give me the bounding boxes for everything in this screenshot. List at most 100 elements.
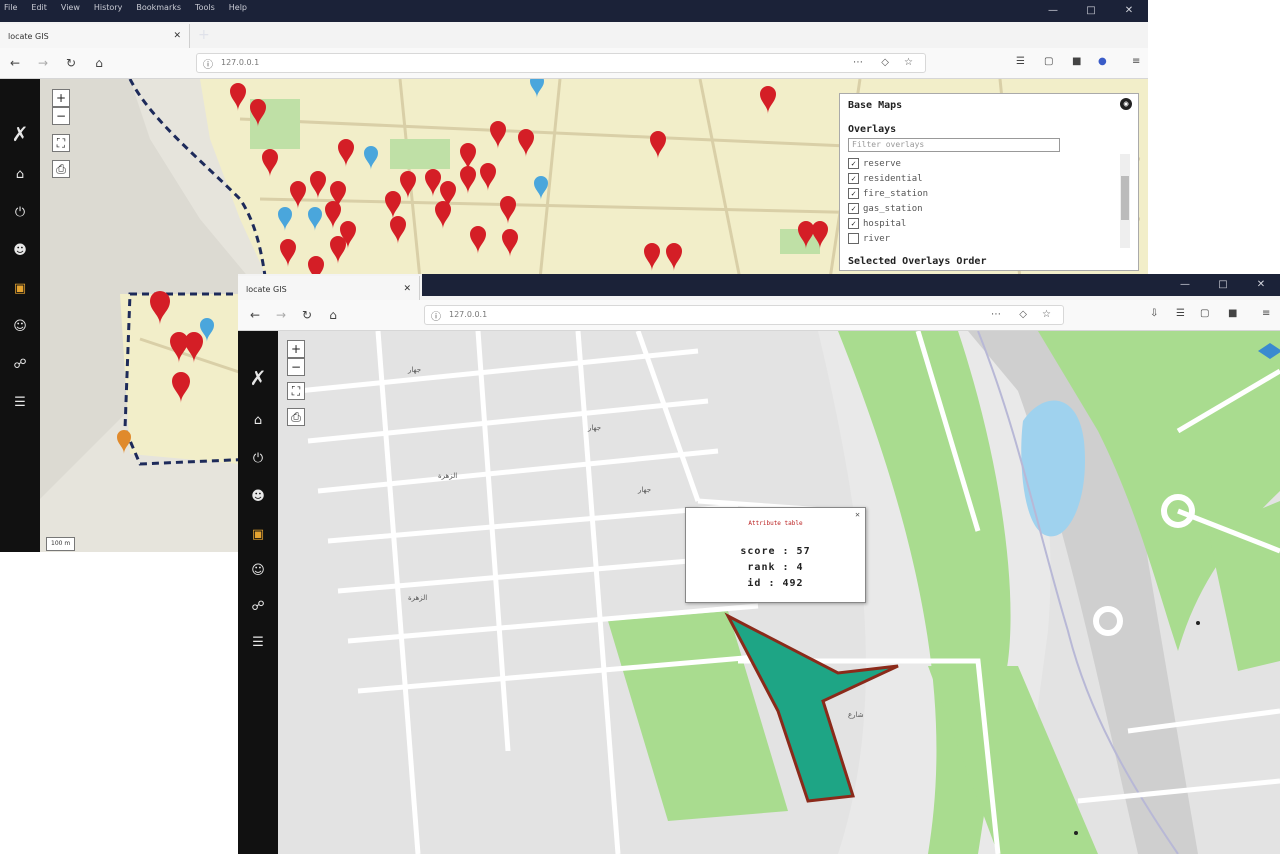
close-icon[interactable]: ✕ xyxy=(1110,0,1148,22)
library-icon[interactable]: ☰ xyxy=(1016,56,1025,67)
checkbox-checked-icon[interactable]: ✓ xyxy=(848,203,859,214)
popup-id: id : 492 xyxy=(747,578,804,589)
popup-close-icon[interactable]: ✕ xyxy=(855,510,860,519)
menu-bar: File Edit View History Bookmarks Tools H… xyxy=(0,0,247,16)
scrollbar-thumb[interactable] xyxy=(1121,176,1129,220)
minimize-icon[interactable]: — xyxy=(1034,0,1072,22)
forward-icon[interactable]: → xyxy=(272,306,290,324)
network-icon[interactable]: ☍ xyxy=(248,597,268,617)
url-bar[interactable]: ⓘ 127.0.0.1 ⋯ ◇ ☆ xyxy=(196,53,926,73)
bookmark-star-icon[interactable]: ☆ xyxy=(1042,309,1051,320)
overlay-scrollbar[interactable] xyxy=(1120,154,1130,248)
menu-history[interactable]: History xyxy=(94,0,122,16)
tab-active[interactable]: locate GIS ✕ xyxy=(0,24,190,48)
base-maps-heading[interactable]: Base Maps xyxy=(848,100,902,111)
page-info-icon: ⓘ xyxy=(203,60,213,71)
menu-tools[interactable]: Tools xyxy=(195,0,215,16)
zoom-out-button[interactable]: − xyxy=(52,107,70,125)
maximize-icon[interactable]: □ xyxy=(1204,274,1242,296)
download-icon[interactable]: ⇩ xyxy=(1150,308,1158,319)
reload-icon[interactable]: ↻ xyxy=(62,54,80,72)
tab-close-icon[interactable]: ✕ xyxy=(403,284,411,294)
layer-switcher-panel: Base Maps ◉ Overlays Filter overlays ✓ re… xyxy=(839,93,1139,271)
pocket-icon[interactable]: ◇ xyxy=(1019,309,1027,320)
user-icon[interactable]: ☻ xyxy=(248,487,268,507)
maximize-icon[interactable]: □ xyxy=(1072,0,1110,22)
menu-view[interactable]: View xyxy=(61,0,80,16)
new-tab-icon[interactable]: + xyxy=(198,24,210,46)
cars-icon[interactable]: ▣ xyxy=(248,525,268,545)
extension-icon[interactable]: ■ xyxy=(1228,308,1237,319)
checkbox-checked-icon[interactable]: ✓ xyxy=(848,173,859,184)
menu-help[interactable]: Help xyxy=(229,0,247,16)
overlay-label: residential xyxy=(863,173,923,184)
nav-bar: ← → ↻ ⌂ ⓘ 127.0.0.1 ⋯ ◇ ☆ ☰ ▢ ■ ● ≡ xyxy=(0,48,1148,79)
overlay-item[interactable]: river xyxy=(848,231,1120,246)
menu-edit[interactable]: Edit xyxy=(31,0,47,16)
minimize-icon[interactable]: — xyxy=(1166,274,1204,296)
home-icon[interactable]: ⌂ xyxy=(90,54,108,72)
back-icon[interactable]: ← xyxy=(6,54,24,72)
close-icon[interactable]: ✕ xyxy=(1242,274,1280,296)
extension-icon[interactable]: ■ xyxy=(1072,56,1081,67)
library-icon[interactable]: ☰ xyxy=(1176,308,1185,319)
home-icon[interactable]: ⌂ xyxy=(324,306,342,324)
forward-icon[interactable]: → xyxy=(34,54,52,72)
overlay-item[interactable]: ✓ reserve xyxy=(848,156,1120,171)
url-bar[interactable]: ⓘ 127.0.0.1 ⋯ ◇ ☆ xyxy=(424,305,1064,325)
bookmark-star-icon[interactable]: ☆ xyxy=(904,57,913,68)
home-icon[interactable]: ⌂ xyxy=(248,411,268,431)
overlay-item[interactable]: ✓ fire_station xyxy=(848,186,1120,201)
zoom-in-button[interactable]: + xyxy=(52,89,70,107)
page-actions-icon[interactable]: ⋯ xyxy=(853,57,863,68)
checkbox-checked-icon[interactable]: ✓ xyxy=(848,188,859,199)
menu-file[interactable]: File xyxy=(4,0,17,16)
power-icon[interactable]: ⏻ xyxy=(10,203,30,223)
window-controls: — □ ✕ xyxy=(1166,274,1280,296)
back-icon[interactable]: ← xyxy=(246,306,264,324)
zoom-out-button[interactable]: − xyxy=(287,358,305,376)
print-icon[interactable]: ⎙ xyxy=(52,160,70,178)
tab-active[interactable]: locate GIS ✕ xyxy=(238,276,420,302)
network-icon[interactable]: ☍ xyxy=(10,355,30,375)
pocket-icon[interactable]: ◇ xyxy=(881,57,889,68)
sidebar-toggle-icon[interactable]: ▢ xyxy=(1200,308,1209,319)
app-menu-icon[interactable]: ≡ xyxy=(1132,56,1140,67)
fullscreen-icon[interactable]: ⛶ xyxy=(52,134,70,152)
home-icon[interactable]: ⌂ xyxy=(10,165,30,185)
tab-close-icon[interactable]: ✕ xyxy=(173,31,181,41)
fullscreen-icon[interactable]: ⛶ xyxy=(287,382,305,400)
admin-icon[interactable]: ☺ xyxy=(248,561,268,581)
user-icon[interactable]: ☻ xyxy=(10,241,30,261)
overlay-item[interactable]: ✓ residential xyxy=(848,171,1120,186)
menu-bookmarks[interactable]: Bookmarks xyxy=(136,0,181,16)
reload-icon[interactable]: ↻ xyxy=(298,306,316,324)
sidebar-toggle-icon[interactable]: ▢ xyxy=(1044,56,1053,67)
stack-icon[interactable]: ☰ xyxy=(248,633,268,653)
tab-title: locate GIS xyxy=(246,284,287,294)
checkbox-unchecked-icon[interactable] xyxy=(848,233,859,244)
power-icon[interactable]: ⏻ xyxy=(248,449,268,469)
overlay-item[interactable]: ✓ hospital xyxy=(848,216,1120,231)
overlay-filter-input[interactable]: Filter overlays xyxy=(848,138,1060,152)
checkbox-checked-icon[interactable]: ✓ xyxy=(848,158,859,169)
stack-icon[interactable]: ☰ xyxy=(10,393,30,413)
street-label: جهار xyxy=(588,424,602,432)
page-actions-icon[interactable]: ⋯ xyxy=(991,309,1001,320)
window-controls: — □ ✕ xyxy=(1034,0,1148,22)
checkbox-checked-icon[interactable]: ✓ xyxy=(848,218,859,229)
street-label: جهار xyxy=(408,366,422,374)
overlay-list: ✓ reserve ✓ residential ✓ fire_station ✓ gas… xyxy=(848,156,1120,246)
print-icon[interactable]: ⎙ xyxy=(287,408,305,426)
overlay-label: fire_station xyxy=(863,188,929,199)
admin-icon[interactable]: ☺ xyxy=(10,317,30,337)
visibility-icon[interactable]: ◉ xyxy=(1120,98,1132,110)
cars-icon[interactable]: ▣ xyxy=(10,279,30,299)
overlay-item[interactable]: ✓ gas_station xyxy=(848,201,1120,216)
logo-icon: ✗ xyxy=(11,122,29,146)
account-icon[interactable]: ● xyxy=(1098,56,1107,67)
street-label: جهار xyxy=(638,486,652,494)
zoom-in-button[interactable]: + xyxy=(287,340,305,358)
app-menu-icon[interactable]: ≡ xyxy=(1262,308,1270,319)
overlay-label: reserve xyxy=(863,158,901,169)
